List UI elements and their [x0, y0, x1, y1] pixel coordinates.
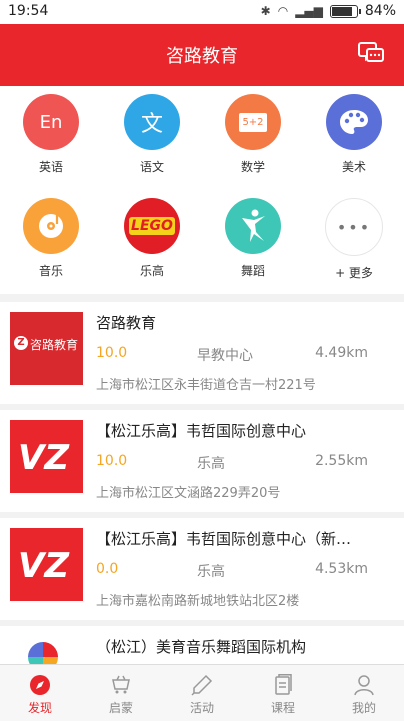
listing-score: 10.0	[96, 453, 128, 469]
pen-icon	[191, 674, 213, 696]
list-item[interactable]: Z 咨路教育 咨路教育 10.0 早教中心 4.49km 上海市松江区永丰街道仓…	[0, 302, 404, 404]
status-bar: 19:54 ✱ ◠ ▂▄▆ 84%	[0, 0, 404, 24]
app-header: 咨路教育	[0, 24, 404, 86]
status-time: 19:54	[8, 3, 49, 19]
listing-distance: 4.49km	[315, 345, 368, 361]
category-label: 舞蹈	[240, 264, 265, 278]
english-icon: En	[23, 94, 79, 150]
palette-icon	[326, 94, 382, 150]
listing-address: 上海市松江区文涵路229弄20号	[96, 486, 281, 501]
bottom-tab-bar: 发现 启蒙 活动 课程 我的	[0, 664, 404, 721]
listing-distance: 4.53km	[315, 561, 368, 577]
category-label: 数学	[240, 160, 265, 174]
chinese-icon: 文	[124, 94, 180, 150]
status-icons: ✱ ◠ ▂▄▆ 84%	[261, 3, 396, 19]
category-lego[interactable]: LEGO 乐高	[112, 198, 192, 279]
listing-logo: Z 咨路教育	[10, 312, 83, 385]
category-chinese[interactable]: 文 语文	[112, 94, 192, 175]
lego-icon: LEGO	[124, 198, 180, 254]
category-grid: En 英语 文 语文 5+2 数学 美术 音乐 LEGO 乐高 舞蹈 ••• +…	[0, 86, 404, 294]
chat-icon[interactable]	[358, 42, 384, 66]
category-label: 语文	[139, 160, 164, 174]
listing-name: 咨路教育	[96, 314, 157, 332]
bluetooth-icon: ✱	[260, 4, 271, 18]
listing-name: 【松江乐高】韦哲国际创意中心（新…	[96, 530, 352, 548]
category-english[interactable]: En 英语	[11, 94, 91, 175]
listing-category: 乐高	[197, 456, 225, 472]
listing-name: 【松江乐高】韦哲国际创意中心	[96, 422, 307, 440]
compass-icon	[30, 675, 50, 695]
tab-label: 发现	[27, 701, 52, 715]
list-item[interactable]: VZ 【松江乐高】韦哲国际创意中心 10.0 乐高 2.55km 上海市松江区文…	[0, 410, 404, 512]
tab-label: 课程	[270, 701, 295, 715]
battery-icon	[329, 4, 361, 18]
page-title: 咨路教育	[166, 46, 238, 67]
listing-address: 上海市松江区永丰街道仓吉一村221号	[96, 378, 316, 393]
wifi-icon: ◠	[277, 4, 289, 18]
battery-percent: 84%	[364, 3, 396, 19]
math-icon: 5+2	[225, 94, 281, 150]
tab-label: 活动	[189, 701, 214, 715]
tab-label: 我的	[351, 701, 376, 715]
tab-course[interactable]: 课程	[243, 665, 323, 721]
music-icon	[23, 198, 79, 254]
category-art[interactable]: 美术	[314, 94, 394, 175]
dancer-icon	[225, 198, 281, 254]
listing-distance: 2.55km	[315, 453, 368, 469]
list-item[interactable]: VZ 【松江乐高】韦哲国际创意中心（新… 0.0 乐高 4.53km 上海市嘉松…	[0, 518, 404, 620]
cart-icon	[112, 675, 130, 694]
document-icon	[275, 674, 292, 695]
tab-enlighten[interactable]: 启蒙	[81, 665, 161, 721]
listing-logo: VZ	[10, 528, 83, 601]
tab-activity[interactable]: 活动	[162, 665, 242, 721]
listing-address: 上海市嘉松南路新城地铁站北区2楼	[96, 594, 300, 609]
listing-score: 10.0	[96, 345, 128, 361]
category-label: 音乐	[38, 264, 63, 278]
listing-name: （松江）美育音乐舞蹈国际机构	[96, 638, 307, 656]
category-more[interactable]: ••• + 更多	[314, 198, 394, 281]
listing-score: 0.0	[96, 561, 119, 577]
more-icon: •••	[325, 198, 383, 256]
user-icon	[354, 675, 374, 696]
tab-label: 启蒙	[108, 701, 133, 715]
signal-icon: ▂▄▆	[295, 4, 323, 18]
category-label: 英语	[38, 160, 63, 174]
category-label: 美术	[341, 160, 366, 174]
category-label: 乐高	[139, 264, 164, 278]
category-dance[interactable]: 舞蹈	[213, 198, 293, 279]
tab-mine[interactable]: 我的	[324, 665, 404, 721]
category-label: + 更多	[335, 266, 373, 280]
listing-category: 乐高	[197, 564, 225, 580]
listing-category: 早教中心	[197, 348, 253, 364]
category-music[interactable]: 音乐	[11, 198, 91, 279]
listing-logo: VZ	[10, 420, 83, 493]
tab-discover[interactable]: 发现	[0, 665, 80, 721]
category-math[interactable]: 5+2 数学	[213, 94, 293, 175]
